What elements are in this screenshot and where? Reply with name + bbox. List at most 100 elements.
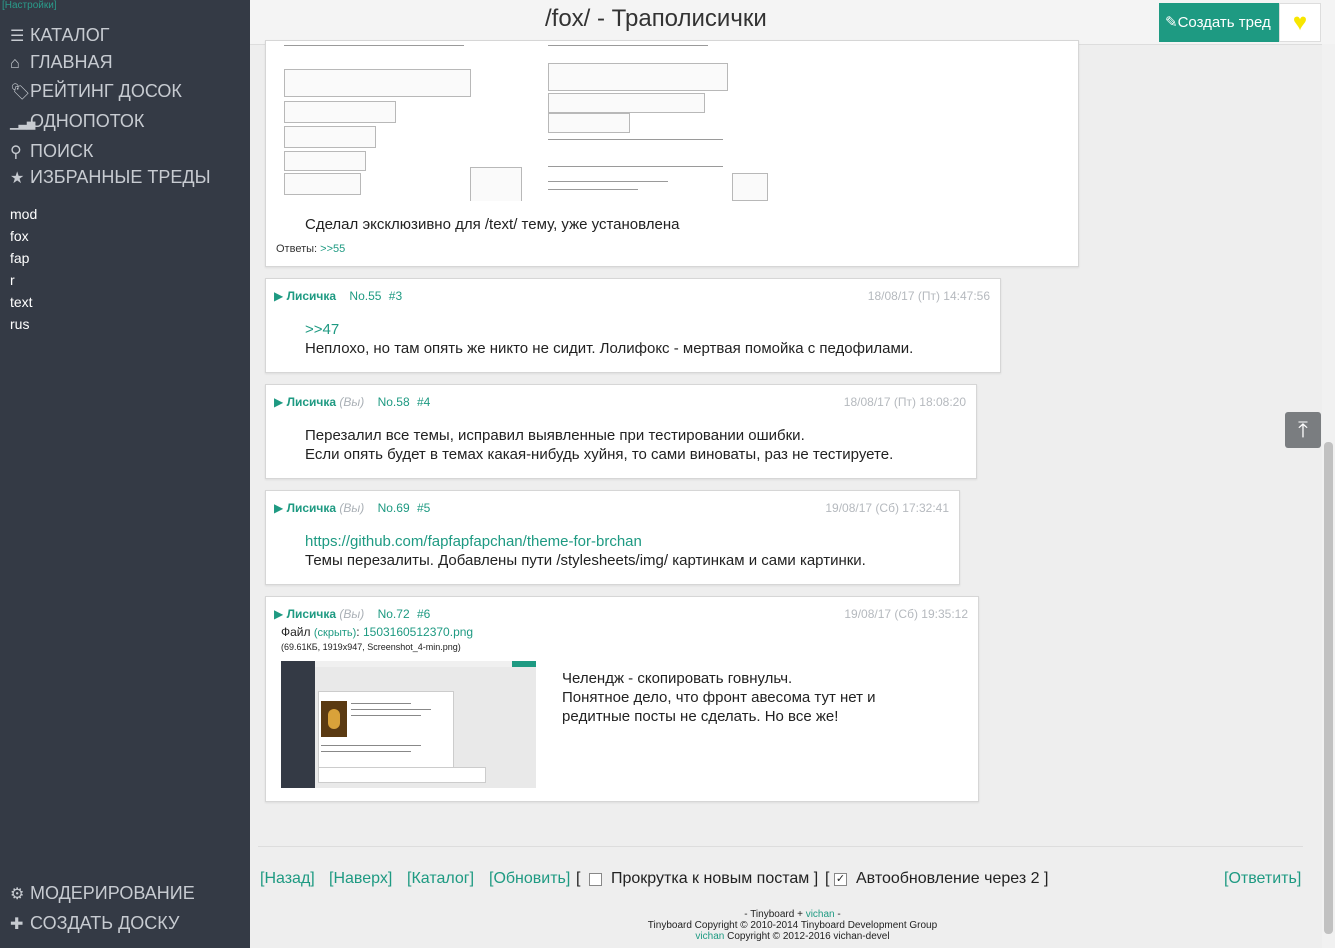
bottom-divider — [258, 846, 1303, 847]
post-date: 19/08/17 (Сб) 19:35:12 — [844, 607, 968, 621]
refresh-link[interactable]: [Обновить] — [489, 870, 570, 888]
signal-icon: ▁▃▅ — [10, 118, 36, 130]
nav-search-label: ПОИСК — [30, 141, 94, 161]
triangle-icon[interactable]: ▶ — [274, 289, 283, 303]
board-link-r[interactable]: r — [10, 271, 15, 289]
nav-favorite-threads[interactable]: ★ ИЗБРАННЫЕ ТРЕДЫ — [10, 166, 211, 190]
nav-search[interactable]: ⚲ ПОИСК — [10, 140, 93, 164]
file-meta: (69.61КБ, 1919x947, Screenshot_4-min.png… — [281, 642, 461, 652]
triangle-icon[interactable]: ▶ — [274, 607, 283, 621]
post-header: ▶ Лисичка No.55 #3 — [274, 289, 402, 303]
post-number[interactable]: No.55 — [349, 289, 381, 303]
post-index[interactable]: #5 — [417, 501, 430, 515]
auto-update-label: Автообновление через 2 ] — [856, 870, 1049, 887]
footer-line-2: Tinyboard Copyright © 2010-2014 Tinyboar… — [647, 920, 938, 931]
file-hide-link[interactable]: (скрыть) — [314, 627, 356, 639]
post: ▶ Лисичка (Вы) No.72 #6 19/08/17 (Сб) 19… — [265, 596, 979, 802]
tags-icon: 🏷 — [10, 84, 31, 101]
post-index[interactable]: #6 — [417, 607, 430, 621]
embedded-screenshot-image[interactable] — [280, 41, 770, 201]
heart-icon: ♥ — [1292, 9, 1308, 36]
gear-icon: ⚙ — [10, 886, 25, 903]
post-text-line: Если опять будет в темах какая-нибудь ху… — [305, 446, 894, 463]
catalog-link[interactable]: [Каталог] — [407, 870, 474, 888]
you-marker: (Вы) — [339, 501, 365, 515]
post-index[interactable]: #3 — [389, 289, 402, 303]
nav-create-board-label: СОЗДАТЬ ДОСКУ — [30, 913, 180, 933]
reply-link[interactable]: >>55 — [320, 243, 345, 255]
post-header: ▶ Лисичка (Вы) No.69 #5 — [274, 501, 430, 515]
nav-board-rating-label: РЕЙТИНГ ДОСОК — [30, 81, 182, 101]
post-number[interactable]: No.69 — [378, 501, 410, 515]
sidebar: [Настройки] ☰ КАТАЛОГ ⌂ ГЛАВНАЯ 🏷РЕЙТИНГ Д… — [0, 0, 250, 948]
bracket: [ — [825, 870, 830, 887]
board-link-fox[interactable]: fox — [10, 227, 29, 245]
post-message: Челендж - скопировать говнульч. Понятное… — [562, 669, 876, 726]
file-label: Файл — [281, 625, 311, 639]
post-date: 19/08/17 (Сб) 17:32:41 — [825, 501, 949, 515]
nav-moderation[interactable]: ⚙ МОДЕРИРОВАНИЕ — [10, 882, 195, 906]
post-number[interactable]: No.58 — [378, 395, 410, 409]
create-thread-button[interactable]: ✎Создать тред — [1159, 3, 1279, 42]
nav-catalog[interactable]: ☰ КАТАЛОГ — [10, 24, 109, 48]
post-message: >>47 Неплохо, но там опять же никто не с… — [305, 320, 913, 358]
post-date: 18/08/17 (Пт) 14:47:56 — [867, 289, 990, 303]
vichan-link[interactable]: vichan — [806, 909, 835, 920]
you-marker: (Вы) — [339, 395, 365, 409]
nav-home-label: ГЛАВНАЯ — [30, 52, 113, 72]
post-message: https://github.com/fapfapfapchan/theme-f… — [305, 532, 866, 570]
nav-single-stream[interactable]: ▁▃▅ОДНОПОТОК — [10, 110, 144, 135]
search-icon: ⚲ — [10, 144, 22, 161]
post: ▶ Лисичка (Вы) No.69 #5 19/08/17 (Сб) 17… — [265, 490, 960, 585]
file-thumbnail[interactable] — [281, 661, 536, 788]
scrollbar[interactable] — [1322, 44, 1335, 948]
post-header: ▶ Лисичка (Вы) No.58 #4 — [274, 395, 430, 409]
post: ▶ Лисичка No.55 #3 18/08/17 (Пт) 14:47:5… — [265, 278, 1001, 373]
auto-update-checkbox[interactable]: ✓ — [834, 873, 847, 886]
post-header: ▶ Лисичка (Вы) No.72 #6 — [274, 607, 430, 621]
replies-label: Ответы: — [276, 243, 318, 255]
arrow-up-icon: ⤒ — [1298, 417, 1308, 442]
reply-link[interactable]: [Ответить] — [1224, 870, 1301, 888]
post-op-reply: Сделал эксклюзивно для /text/ тему, уже … — [265, 40, 1079, 267]
post-text-line: Неплохо, но там опять же никто не сидит.… — [305, 340, 914, 357]
triangle-icon[interactable]: ▶ — [274, 501, 283, 515]
file-name-link[interactable]: 1503160512370.png — [363, 625, 473, 639]
board-link-fap[interactable]: fap — [10, 249, 29, 267]
post-number[interactable]: No.72 — [378, 607, 410, 621]
poster-name: Лисичка — [286, 607, 337, 621]
scroll-new-posts-checkbox[interactable] — [589, 873, 602, 886]
back-link[interactable]: [Назад] — [260, 870, 315, 888]
nav-moderation-label: МОДЕРИРОВАНИЕ — [30, 883, 195, 903]
board-link-rus[interactable]: rus — [10, 315, 29, 333]
scrollbar-thumb[interactable] — [1324, 442, 1333, 934]
footer-line-3: vichan Copyright © 2012-2016 vichan-deve… — [250, 931, 1335, 942]
footer-text: - Tinyboard + — [744, 909, 803, 920]
nav-board-rating[interactable]: 🏷РЕЙТИНГ ДОСОК — [10, 80, 182, 104]
vichan-link[interactable]: vichan — [695, 931, 724, 942]
settings-link[interactable]: [Настройки] — [2, 0, 57, 12]
footer-line-1: - Tinyboard + vichan - — [250, 909, 1335, 920]
nav-home[interactable]: ⌂ ГЛАВНАЯ — [10, 51, 113, 75]
post-message: Перезалил все темы, исправил выявленные … — [305, 426, 893, 464]
menu-icon: ☰ — [10, 28, 25, 45]
post-index[interactable]: #4 — [417, 395, 430, 409]
board-link-text[interactable]: text — [10, 293, 33, 311]
quote-link[interactable]: >>47 — [305, 320, 913, 339]
triangle-icon[interactable]: ▶ — [274, 395, 283, 409]
post-text-line: Перезалил все темы, исправил выявленные … — [305, 427, 805, 444]
favorite-button[interactable]: ♥ — [1279, 3, 1321, 42]
you-marker: (Вы) — [339, 607, 365, 621]
nav-create-board[interactable]: ✚ СОЗДАТЬ ДОСКУ — [10, 912, 179, 936]
post-text-line: Темы перезалиты. Добавлены пути /stylesh… — [305, 552, 866, 569]
nav-single-stream-label: ОДНОПОТОК — [30, 111, 145, 131]
top-link[interactable]: [Наверх] — [329, 870, 392, 888]
post: ▶ Лисичка (Вы) No.58 #4 18/08/17 (Пт) 18… — [265, 384, 977, 479]
poster-name: Лисичка — [286, 395, 337, 409]
external-link[interactable]: https://github.com/fapfapfapchan/theme-f… — [305, 532, 866, 551]
post-text-line: рeдитные посты не сделать. Но все же! — [562, 708, 839, 725]
post-message: Сделал эксклюзивно для /text/ тему, уже … — [305, 216, 680, 233]
post-replies: Ответы: >>55 — [276, 243, 345, 255]
scroll-to-top-button[interactable]: ⤒ — [1285, 412, 1321, 448]
board-link-mod[interactable]: mod — [10, 205, 37, 223]
